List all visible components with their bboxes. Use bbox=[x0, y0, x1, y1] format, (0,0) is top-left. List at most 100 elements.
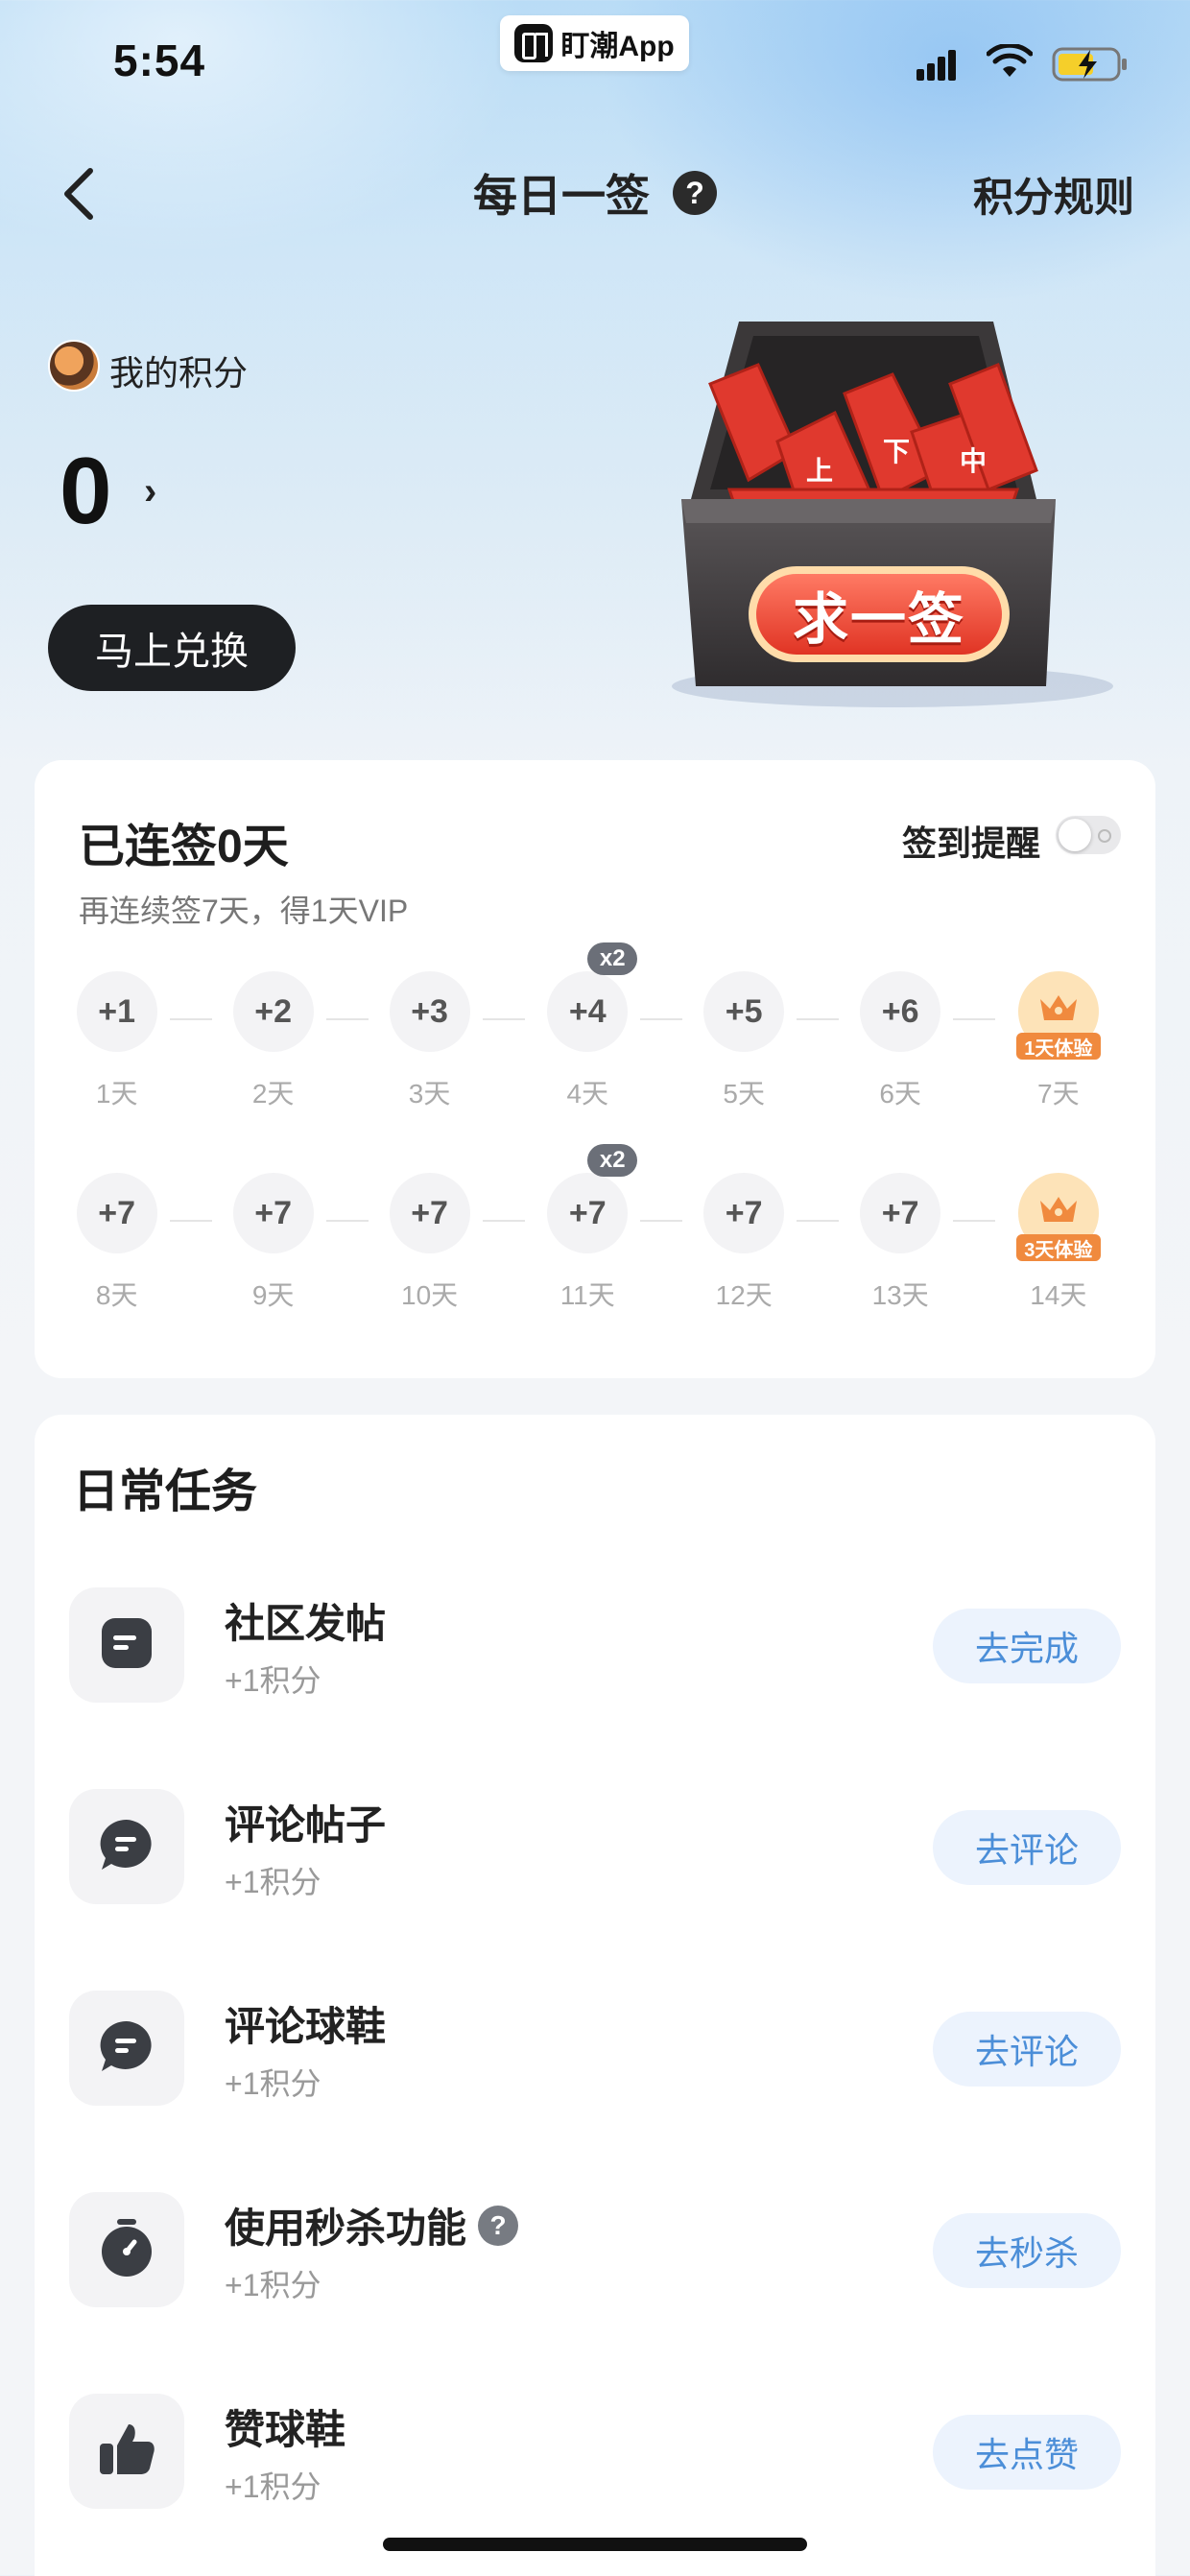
task-name-text: 使用秒杀功能 bbox=[225, 2206, 467, 2251]
task-icon-tile bbox=[69, 1991, 184, 2106]
day-label: 7天 bbox=[1037, 1079, 1080, 1109]
vip-trial-tag: 3天体验 bbox=[1015, 1234, 1101, 1261]
day-points: +7 bbox=[254, 1194, 292, 1231]
day-connector bbox=[482, 1220, 525, 1222]
task-name: 评论帖子 bbox=[225, 1793, 386, 1851]
day-label: 6天 bbox=[879, 1079, 921, 1109]
avatar bbox=[48, 340, 100, 392]
task-reward: +1积分 bbox=[225, 1865, 321, 1899]
task-action-button[interactable]: 去评论 bbox=[933, 1810, 1121, 1885]
redeem-button[interactable]: 马上兑换 bbox=[48, 605, 296, 691]
task-action-button[interactable]: 去完成 bbox=[933, 1609, 1121, 1683]
checkin-day: +7 13天 bbox=[860, 1173, 941, 1313]
day-label: 9天 bbox=[251, 1280, 295, 1310]
task-name-text: 赞球鞋 bbox=[225, 2407, 346, 2452]
checkin-day: +7 x2 11天 bbox=[547, 1144, 638, 1313]
task-reward: +1积分 bbox=[225, 2469, 321, 2504]
day-connector bbox=[640, 1018, 683, 1020]
task-action-button[interactable]: 去点赞 bbox=[933, 2415, 1121, 2490]
checkin-day: +7 9天 bbox=[232, 1173, 314, 1313]
checkin-row-week-1: +1 1天 +2 2天 +3 3天 +4 x2 4天 +5 5天 +6 6天 1天体验 7天 bbox=[35, 942, 1155, 1109]
day-connector bbox=[325, 1018, 369, 1020]
day-connector bbox=[169, 1220, 212, 1222]
daily-tasks-card: 日常任务 社区发帖 +1积分 去完成 评论帖子 +1积分 去评论 评论球鞋 +1积分 去评论 使用… bbox=[35, 1415, 1155, 2576]
task-action-button[interactable]: 去评论 bbox=[933, 2012, 1121, 2087]
task-reward: +1积分 bbox=[225, 2268, 321, 2302]
day-label: 3天 bbox=[408, 1079, 451, 1109]
svg-text:上: 上 bbox=[806, 455, 833, 487]
battery-charging-icon bbox=[1052, 47, 1127, 82]
cellular-signal-icon bbox=[916, 48, 966, 81]
checkin-day: +5 5天 bbox=[703, 971, 785, 1111]
points-reward-circle: +7 bbox=[860, 1173, 941, 1253]
points-reward-circle: +2 bbox=[232, 971, 314, 1052]
day-connector bbox=[169, 1018, 212, 1020]
app-logo-icon bbox=[514, 24, 554, 62]
checkin-day: +7 8天 bbox=[76, 1173, 157, 1313]
task-row: 评论球鞋 +1积分 去评论 bbox=[35, 1991, 1155, 2108]
status-bar: 5:54 盯潮App bbox=[0, 0, 1190, 134]
day-points: +3 bbox=[411, 992, 448, 1030]
task-icon-tile bbox=[69, 1587, 184, 1703]
checkin-day: +7 12天 bbox=[703, 1173, 785, 1313]
points-reward-circle: +7 bbox=[389, 1173, 470, 1253]
help-icon[interactable]: ? bbox=[673, 171, 717, 215]
home-indicator bbox=[383, 2538, 807, 2551]
comment-icon bbox=[96, 2017, 157, 2080]
vip-trial-tag: 1天体验 bbox=[1015, 1033, 1101, 1060]
reminder-toggle[interactable] bbox=[1056, 816, 1121, 854]
fortune-box[interactable]: 上 下 中 求一签 bbox=[653, 307, 1113, 710]
streak-title: 已连签0天 bbox=[79, 822, 289, 872]
task-name-text: 评论球鞋 bbox=[225, 2004, 387, 2049]
day-connector bbox=[953, 1018, 996, 1020]
day-connector bbox=[797, 1220, 840, 1222]
checkin-day: +6 6天 bbox=[860, 971, 941, 1111]
checkin-day: +3 3天 bbox=[389, 971, 470, 1111]
task-action-button[interactable]: 去秒杀 bbox=[933, 2213, 1121, 2288]
points-reward-circle: +3 bbox=[389, 971, 470, 1052]
task-name: 评论球鞋 bbox=[225, 1994, 386, 2053]
points-reward-circle: +7 x2 bbox=[547, 1144, 638, 1253]
stopwatch-icon bbox=[98, 2217, 155, 2283]
day-points: +4 bbox=[568, 992, 607, 1030]
day-label: 11天 bbox=[559, 1280, 615, 1310]
task-name: 赞球鞋 bbox=[225, 2397, 345, 2456]
points-value[interactable]: 0 bbox=[60, 437, 112, 545]
reminder-label: 签到提醒 bbox=[901, 823, 1040, 863]
checkin-day: +1 1天 bbox=[76, 971, 157, 1111]
day-points: +7 bbox=[725, 1194, 763, 1231]
day-points: +6 bbox=[881, 992, 919, 1030]
day-label: 14天 bbox=[1030, 1280, 1087, 1310]
day-points: +7 bbox=[568, 1194, 607, 1231]
thumbs-up-icon bbox=[96, 2421, 157, 2483]
day-label: 5天 bbox=[723, 1079, 765, 1109]
task-name-text: 评论帖子 bbox=[225, 1802, 387, 1848]
task-reward: +1积分 bbox=[225, 2066, 321, 2101]
points-reward-circle: +1 bbox=[76, 971, 157, 1052]
fortune-box-label[interactable]: 求一签 bbox=[749, 566, 1010, 662]
day-connector bbox=[325, 1220, 369, 1222]
points-reward-circle: +4 x2 bbox=[547, 942, 638, 1052]
task-icon-tile bbox=[69, 2394, 184, 2509]
day-points: +7 bbox=[881, 1194, 919, 1231]
help-icon[interactable]: ? bbox=[478, 2205, 519, 2246]
points-rules-link[interactable]: 积分规则 bbox=[973, 165, 1134, 224]
task-row: 赞球鞋 +1积分 去点赞 bbox=[35, 2394, 1155, 2511]
day-points: +5 bbox=[725, 992, 763, 1030]
points-reward-circle: +7 bbox=[232, 1173, 314, 1253]
day-points: +2 bbox=[254, 992, 292, 1030]
chevron-right-icon[interactable]: › bbox=[144, 470, 156, 513]
checkin-day: 3天体验 14天 bbox=[1015, 1173, 1101, 1313]
checkin-day: +7 10天 bbox=[389, 1173, 470, 1313]
vip-reward-circle: 3天体验 bbox=[1015, 1173, 1101, 1261]
task-name: 社区发帖 bbox=[225, 1591, 386, 1650]
task-row: 评论帖子 +1积分 去评论 bbox=[35, 1789, 1155, 1906]
crown-icon bbox=[1039, 1197, 1077, 1222]
checkin-day: +2 2天 bbox=[232, 971, 314, 1111]
task-row: 使用秒杀功能? +1积分 去秒杀 bbox=[35, 2192, 1155, 2309]
task-reward: +1积分 bbox=[225, 1663, 321, 1698]
double-points-badge: x2 bbox=[587, 942, 638, 975]
app-badge-label: 盯潮App bbox=[560, 31, 675, 62]
app-badge[interactable]: 盯潮App bbox=[500, 15, 689, 71]
task-row: 社区发帖 +1积分 去完成 bbox=[35, 1587, 1155, 1705]
